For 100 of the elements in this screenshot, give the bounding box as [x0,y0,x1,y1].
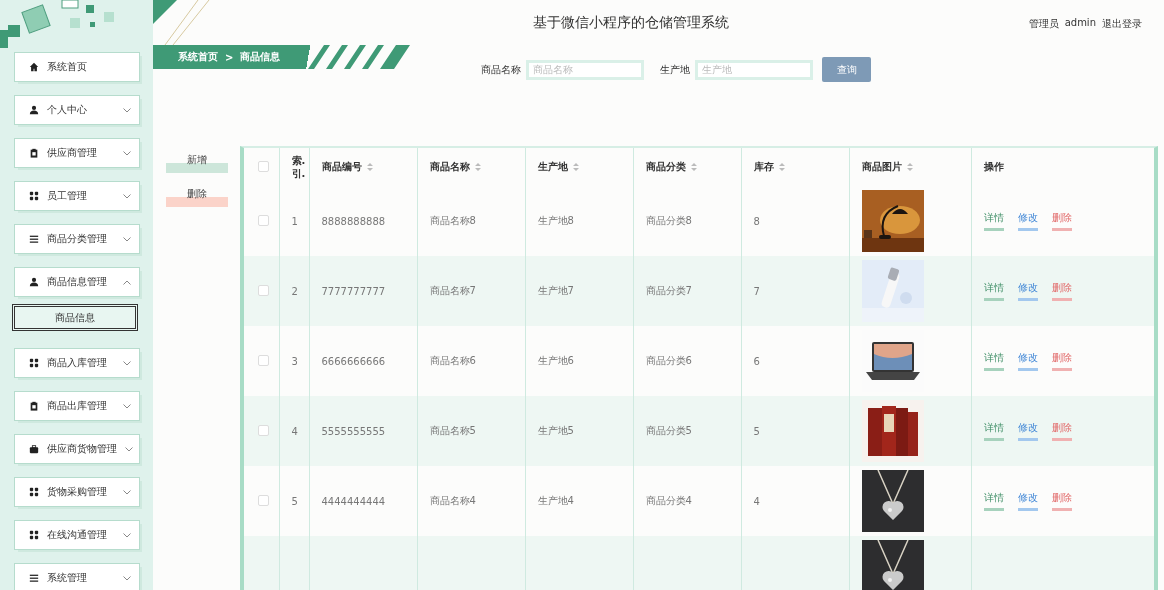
table-cell: 7777777777 [321,285,386,297]
column-header: 生产地 [537,161,568,172]
sidebar-label: 系统管理 [47,571,88,585]
column-header: 商品分类 [645,161,686,172]
delete-link[interactable]: 删除 [1051,351,1072,371]
edit-link[interactable]: 修改 [1017,351,1038,371]
sort-icon[interactable] [906,163,913,171]
table-cell: 4 [291,425,298,437]
table-cell: 4 [753,495,760,507]
table-cell: 1 [291,215,298,227]
breadcrumb-link[interactable]: 系统首页 [178,50,218,64]
sort-icon[interactable] [474,163,481,171]
sidebar-label: 商品出库管理 [47,399,108,413]
sidebar-item[interactable]: 商品分类管理 [14,224,140,254]
sidebar-item[interactable]: 商品信息管理 [14,267,140,297]
grid-icon [29,530,39,540]
delete-link[interactable]: 删除 [1051,491,1072,511]
table-cell: 6666666666 [321,355,386,367]
detail-link[interactable]: 详情 [983,351,1004,371]
table-cell: 生产地5 [537,425,574,436]
sidebar-item[interactable]: 系统首页 [14,52,140,82]
table-cell: 2 [291,285,298,297]
sidebar-item[interactable]: 在线沟通管理 [14,520,140,550]
detail-link[interactable]: 详情 [983,281,1004,301]
delete-link[interactable]: 删除 [1051,211,1072,231]
table-cell: 4444444444 [321,495,386,507]
logout-link[interactable]: 退出登录 [1102,17,1142,31]
table-cell: 商品分类6 [645,355,692,366]
table-cell: 生产地8 [537,215,574,226]
sidebar-label: 员工管理 [47,189,88,203]
row-checkbox[interactable] [258,494,269,506]
user-icon [29,105,39,115]
sidebar-item[interactable]: 供应商管理 [14,138,140,168]
sidebar-label: 商品入库管理 [47,356,108,370]
field-label: 生产地 [660,62,690,77]
table-cell: 8888888888 [321,215,386,227]
table-cell: 8 [753,215,760,227]
table-cell: 商品名称6 [429,355,476,366]
detail-link[interactable]: 详情 [983,491,1004,511]
sidebar-item[interactable]: 员工管理 [14,181,140,211]
table-cell: 商品分类8 [645,215,692,226]
table-cell: 5555555555 [321,425,386,437]
breadcrumb-current: 商品信息 [240,50,281,64]
edit-link[interactable]: 修改 [1017,211,1038,231]
delete-link[interactable]: 删除 [1051,421,1072,441]
clipboard-icon [29,148,39,158]
column-header: 商品名称 [429,161,470,172]
select-all-checkbox[interactable] [258,160,269,172]
table-cell: 3 [291,355,298,367]
column-header: 商品编号 [321,161,362,172]
edit-link[interactable]: 修改 [1017,281,1038,301]
table-cell: 生产地7 [537,285,574,296]
sort-icon[interactable] [690,163,697,171]
search-button[interactable]: 查询 [822,57,871,82]
sidebar-item[interactable]: 个人中心 [14,95,140,125]
edit-link[interactable]: 修改 [1017,421,1038,441]
sidebar-item[interactable]: 供应商货物管理 [14,434,140,464]
briefcase-icon [29,444,39,454]
detail-link[interactable]: 详情 [983,421,1004,441]
sidebar-item[interactable]: 货物采购管理 [14,477,140,507]
table-cell: 商品名称5 [429,425,476,436]
row-checkbox[interactable] [258,424,269,436]
row-checkbox[interactable] [258,354,269,366]
sidebar-label: 供应商管理 [47,146,98,160]
column-header: 索. 引. [291,155,306,179]
user-icon [29,277,39,287]
column-header: 操作 [983,161,1004,172]
search-field[interactable]: 生产地 [695,59,813,80]
sidebar-label: 商品分类管理 [47,232,108,246]
user-role: 管理员 [1028,17,1059,31]
edit-link[interactable]: 修改 [1017,491,1038,511]
row-checkbox[interactable] [258,214,269,226]
submenu-item[interactable]: 商品信息 [12,304,138,331]
delete-button[interactable]: 删除 [166,187,228,207]
delete-link[interactable]: 删除 [1051,281,1072,301]
table-cell: 生产地4 [537,495,574,506]
table-cell: 商品名称4 [429,495,476,506]
sort-icon[interactable] [572,163,579,171]
clipboard-icon [29,401,39,411]
grid-icon [29,191,39,201]
user-name: admin [1064,17,1096,30]
row-checkbox[interactable] [258,284,269,296]
table-cell: 商品分类4 [645,495,692,506]
add-button[interactable]: 新增 [166,153,228,173]
column-header: 商品图片 [861,161,902,172]
table-cell: 商品名称8 [429,215,476,226]
sidebar-item[interactable]: 商品出库管理 [14,391,140,421]
field-label: 商品名称 [481,62,521,77]
sidebar-label: 系统首页 [47,60,88,74]
sort-icon[interactable] [366,163,373,171]
table-cell: 7 [753,285,760,297]
list-icon [29,234,39,244]
detail-link[interactable]: 详情 [983,211,1004,231]
sidebar-label: 个人中心 [47,103,88,117]
table-cell: 商品分类5 [645,425,692,436]
breadcrumb-separator: > [225,51,234,63]
sidebar-item[interactable]: 系统管理 [14,563,140,590]
sidebar-item[interactable]: 商品入库管理 [14,348,140,378]
sort-icon[interactable] [778,163,785,171]
table-cell: 6 [753,355,760,367]
